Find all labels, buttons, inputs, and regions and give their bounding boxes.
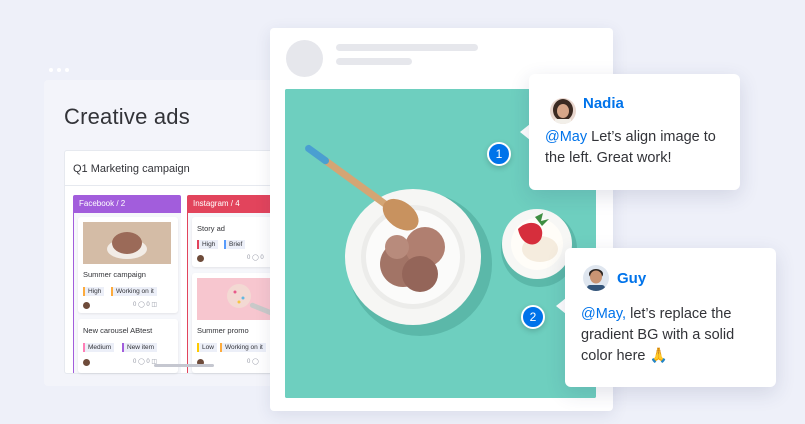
comment-text: @May, let’s replace the gradient BG with… [581, 304, 766, 367]
mention-link[interactable]: @May, [581, 306, 626, 322]
status-tag: Brief [224, 240, 246, 249]
status-tag: Working on it [220, 343, 266, 352]
campaign-group: Q1 Marketing campaign Facebook / 2 Insta… [64, 150, 294, 374]
comment-bubble-nadia[interactable]: Nadia @May Let’s align image to the left… [529, 74, 740, 190]
comment-author[interactable]: Nadia [583, 95, 624, 112]
horizontal-scrollbar[interactable] [154, 364, 214, 367]
card-meta: 0 ◯ 0 ◫ [133, 302, 158, 308]
text-placeholder [336, 58, 412, 65]
card-title: New carousel ABtest [83, 326, 153, 335]
avatar [83, 302, 90, 309]
comment-bubble-guy[interactable]: Guy @May, let’s replace the gradient BG … [565, 248, 776, 387]
board-title: Creative ads [64, 104, 190, 129]
avatar [550, 98, 576, 124]
text-placeholder [336, 44, 478, 51]
board-panel: Creative ads Q1 Marketing campaign Faceb… [44, 80, 294, 386]
column-header-facebook[interactable]: Facebook / 2 [73, 195, 181, 213]
priority-tag: High [197, 240, 219, 249]
comment-text: @May Let’s align image to the left. Grea… [545, 127, 730, 169]
status-tag: Working on it [111, 287, 157, 296]
priority-tag: Medium [83, 343, 115, 352]
window-dots [49, 68, 73, 74]
card-meta: 0 ◯ [247, 359, 259, 365]
comment-author[interactable]: Guy [617, 270, 646, 287]
avatar [583, 265, 609, 291]
card-meta: 0 ◯ 0 [247, 255, 264, 261]
comment-pin-1[interactable]: 1 [487, 142, 511, 166]
priority-tag: Low [197, 343, 217, 352]
card-thumbnail [83, 222, 171, 264]
divider [65, 185, 294, 186]
status-tag: New item [122, 343, 158, 352]
card-title: Story ad [197, 224, 225, 233]
board-card[interactable]: Summer campaign High Working on it 0 ◯ 0… [78, 217, 178, 313]
card-title: Summer campaign [83, 270, 146, 279]
avatar [197, 255, 204, 262]
comment-pin-2[interactable]: 2 [521, 305, 545, 329]
campaign-title[interactable]: Q1 Marketing campaign [73, 163, 190, 175]
avatar [83, 359, 90, 366]
card-title: Summer promo [197, 326, 249, 335]
avatar-placeholder [286, 40, 323, 77]
priority-tag: High [83, 287, 105, 296]
mention-link[interactable]: @May [545, 129, 587, 145]
